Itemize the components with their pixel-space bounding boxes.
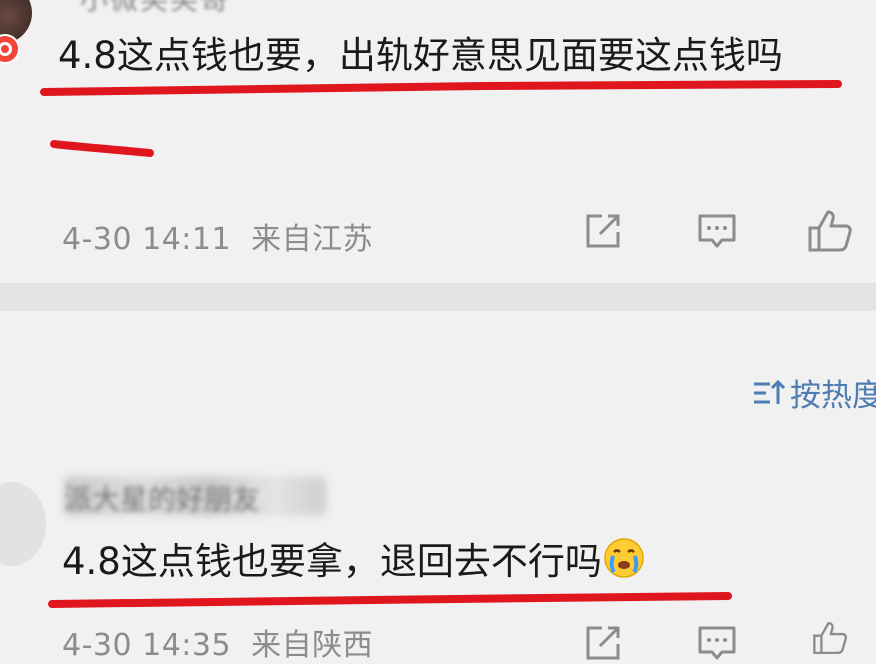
comment-location: 来自江苏	[251, 222, 374, 257]
sort-by-hot-button[interactable]: 按热度	[752, 370, 876, 415]
comment-text: 4.8这点钱也要拿，退回去不行吗	[62, 536, 646, 588]
comment-time: 4-30 14:11	[62, 222, 232, 257]
comment-username[interactable]: 小微笑笑哥	[80, 0, 230, 18]
sort-icon	[754, 379, 786, 404]
comment-text-content: 4.8这点钱也要拿，退回去不行吗	[62, 540, 602, 583]
share-icon[interactable]	[582, 210, 624, 252]
comment-username[interactable]: 派大星的好朋友	[64, 478, 260, 518]
comment-meta: 4-30 14:35 来自陕西	[62, 620, 373, 664]
comment-icon[interactable]	[696, 622, 738, 664]
section-divider	[0, 283, 876, 311]
comment-icon[interactable]	[696, 210, 738, 252]
like-icon[interactable]	[806, 620, 854, 656]
comment-location: 来自陕西	[251, 628, 374, 663]
comment-meta: 4-30 14:11 来自江苏	[62, 214, 373, 258]
like-icon[interactable]	[806, 208, 854, 254]
share-icon[interactable]	[582, 622, 624, 664]
sort-label: 按热度	[790, 378, 876, 414]
comment-time: 4-30 14:35	[62, 628, 232, 663]
crying-face-emoji	[604, 538, 644, 578]
comment-text: 4.8这点钱也要，出轨好意思见面要这点钱吗	[58, 34, 783, 77]
